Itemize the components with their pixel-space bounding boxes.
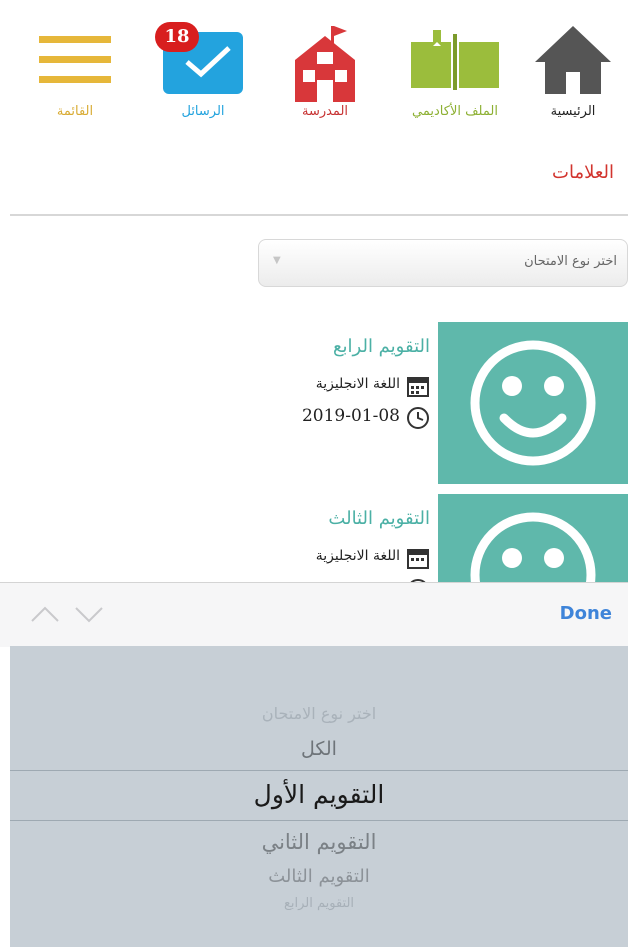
exam-type-picker[interactable]: اختر نوع الامتحان الكل التقويم الأول الت… (10, 646, 628, 947)
book-icon (411, 30, 499, 90)
chevron-down-icon[interactable] (72, 599, 106, 629)
exam-card[interactable]: التقويم الرابع اللغة الانجليزية 2019-01-… (240, 322, 628, 488)
card-date: 2019-01-08 (301, 406, 400, 426)
card-subject: اللغة الانجليزية (315, 548, 400, 564)
exam-type-select[interactable]: اختر نوع الامتحان ▼ (258, 239, 628, 287)
exam-type-select-placeholder: اختر نوع الامتحان (524, 254, 617, 269)
hamburger-menu-icon (39, 36, 111, 83)
card-title: التقويم الثالث (328, 508, 430, 529)
chevron-down-icon: ▼ (273, 255, 281, 266)
nav-school-label: المدرسة (301, 104, 349, 119)
done-button[interactable]: Done (560, 603, 612, 624)
nav-menu[interactable]: القائمة (20, 10, 130, 130)
picker-option[interactable]: التقويم الثالث (10, 866, 628, 887)
nav-school[interactable]: المدرسة (270, 10, 380, 130)
nav-menu-label: القائمة (56, 104, 94, 119)
messages-icon-wrap: 18 (155, 22, 243, 96)
calendar-icon (407, 377, 429, 397)
page-title: العلامات (552, 162, 614, 183)
nav-academic-file[interactable]: الملف الأكاديمي (400, 10, 510, 130)
card-subject: اللغة الانجليزية (315, 376, 400, 392)
home-icon (535, 26, 611, 94)
card-image (438, 322, 628, 484)
picker-selection-line (10, 820, 628, 821)
clock-icon (407, 407, 429, 429)
picker-option-selected[interactable]: التقويم الأول (10, 780, 628, 809)
school-icon (295, 26, 355, 102)
calendar-icon (407, 549, 429, 569)
messages-badge: 18 (155, 22, 199, 52)
nav-messages[interactable]: 18 الرسائل (148, 10, 258, 130)
picker-option[interactable]: اختر نوع الامتحان (10, 704, 628, 723)
smiley-face-icon (470, 340, 596, 466)
card-title: التقويم الرابع (332, 336, 430, 357)
nav-home-label: الرئيسية (550, 104, 596, 119)
picker-option[interactable]: التقويم الثاني (10, 830, 628, 854)
divider (10, 214, 628, 216)
nav-academic-label: الملف الأكاديمي (412, 104, 498, 119)
picker-option[interactable]: التقويم الرابع (10, 896, 628, 911)
picker-toolbar: Done (0, 582, 628, 647)
picker-option[interactable]: الكل (10, 738, 628, 760)
nav-messages-label: الرسائل (181, 104, 225, 119)
nav-home[interactable]: الرئيسية (518, 10, 628, 130)
picker-selection-line (10, 770, 628, 771)
chevron-up-icon[interactable] (28, 599, 62, 629)
top-navigation-bar: الرئيسية الملف الأكاديمي المدرسة 18 الرس… (0, 0, 628, 135)
